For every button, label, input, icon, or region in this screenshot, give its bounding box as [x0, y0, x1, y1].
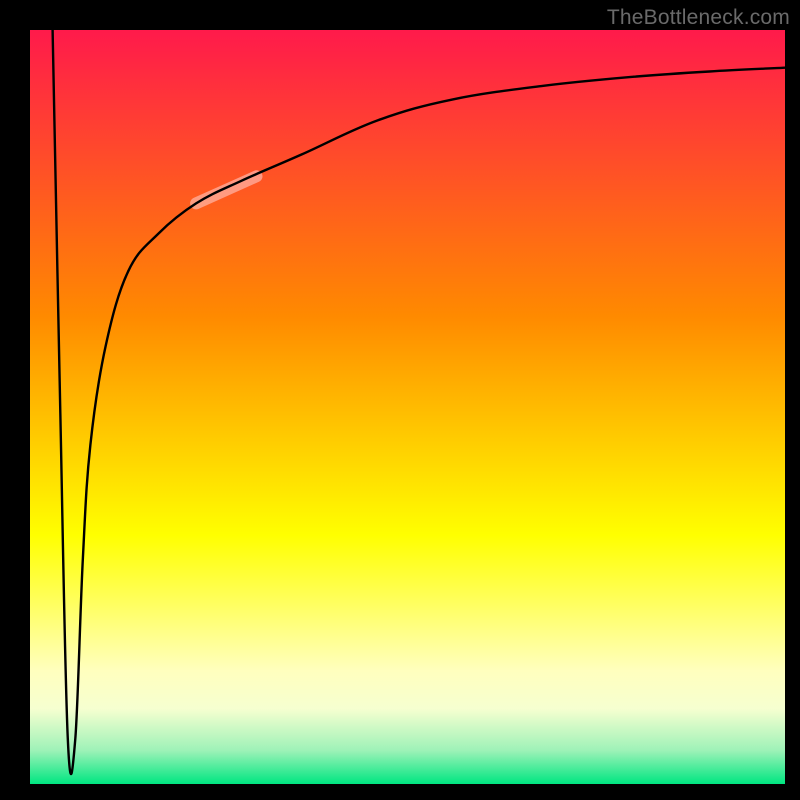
chart-svg: [0, 0, 800, 800]
plot-background: [30, 30, 785, 784]
watermark-text: TheBottleneck.com: [607, 6, 790, 30]
chart-container: [0, 0, 800, 800]
